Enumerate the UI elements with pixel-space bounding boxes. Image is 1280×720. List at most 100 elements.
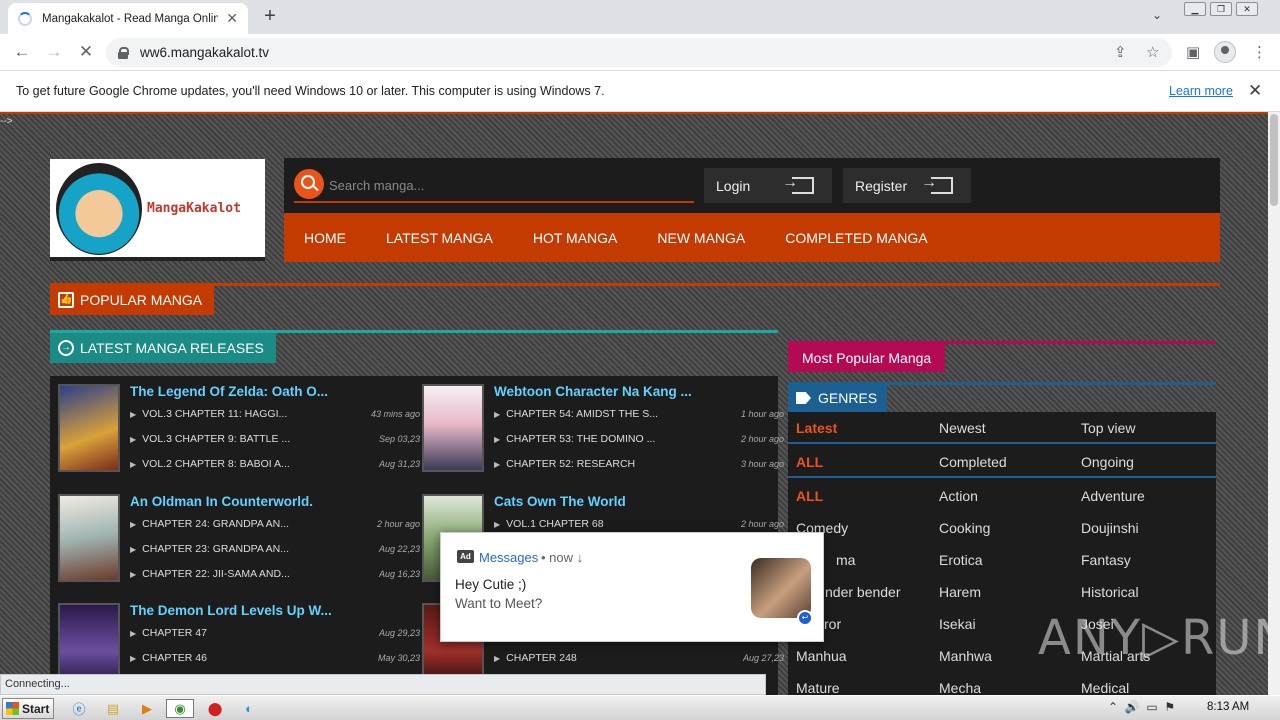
- chapter-link[interactable]: ▶ CHAPTER 23: GRANDPA AN... Aug 22,23: [130, 543, 420, 561]
- popular-manga-tab[interactable]: 👍 POPULAR MANGA: [50, 285, 215, 315]
- genre-link[interactable]: Top view: [1081, 420, 1135, 436]
- nav-hot-manga[interactable]: HOT MANGA: [533, 230, 618, 246]
- tab-search-chevron-icon[interactable]: ⌄: [1152, 8, 1162, 22]
- opera-icon[interactable]: ⬤: [204, 699, 226, 718]
- genre-link[interactable]: Doujinshi: [1081, 520, 1139, 536]
- profile-avatar-icon[interactable]: [1214, 41, 1236, 63]
- chapter-link[interactable]: ▶ CHAPTER 53: THE DOMINO ... 2 hour ago: [494, 433, 784, 451]
- genre-link[interactable]: Completed: [939, 454, 1007, 470]
- internet-explorer-icon[interactable]: ⓔ: [68, 699, 90, 718]
- volume-icon[interactable]: 🔊: [1125, 700, 1140, 714]
- genre-link[interactable]: ALL: [796, 488, 823, 504]
- genre-link[interactable]: Mature: [796, 680, 840, 695]
- genre-link[interactable]: ma: [836, 552, 855, 568]
- genre-link[interactable]: Newest: [939, 420, 986, 436]
- genre-link[interactable]: Latest: [796, 420, 837, 436]
- register-button[interactable]: Register: [843, 168, 971, 203]
- chrome-taskbar-icon[interactable]: ◉: [166, 699, 194, 718]
- back-icon[interactable]: ←: [11, 42, 33, 62]
- forward-icon[interactable]: →: [43, 42, 65, 62]
- manga-cover[interactable]: [58, 494, 120, 582]
- browser-tab[interactable]: Mangakakalot - Read Manga Online F ✕: [8, 3, 248, 34]
- action-center-flag-icon[interactable]: ⚑: [1164, 700, 1175, 714]
- media-player-icon[interactable]: ▶: [136, 699, 158, 718]
- minimize-button[interactable]: ▁: [1184, 2, 1206, 16]
- genre-link[interactable]: ror: [824, 616, 841, 632]
- manga-title[interactable]: Cats Own The World: [494, 494, 784, 509]
- scrollbar-thumb[interactable]: [1270, 114, 1278, 206]
- file-explorer-icon[interactable]: ▤: [102, 699, 124, 718]
- popup-avatar-image[interactable]: [751, 558, 811, 618]
- chapter-name: CHAPTER 52: RESEARCH: [506, 458, 636, 470]
- genre-link[interactable]: Isekai: [939, 616, 976, 632]
- genre-link[interactable]: Cooking: [939, 520, 990, 536]
- genre-link[interactable]: Medical: [1081, 680, 1129, 695]
- tray-chevron-icon[interactable]: ⌃: [1108, 700, 1118, 714]
- chapter-link[interactable]: ▶ CHAPTER 22: JII-SAMA AND... Aug 16,23: [130, 568, 420, 586]
- chapter-link[interactable]: ▶ CHAPTER 46 May 30,23: [130, 652, 420, 670]
- manga-title[interactable]: The Demon Lord Levels Up W...: [130, 603, 420, 618]
- chapter-time: Aug 29,23: [378, 628, 420, 638]
- genre-link[interactable]: Historical: [1081, 584, 1139, 600]
- genre-link[interactable]: Erotica: [939, 552, 983, 568]
- search-icon[interactable]: [294, 169, 324, 199]
- chapter-link[interactable]: ▶ CHAPTER 52: RESEARCH 3 hour ago: [494, 458, 784, 476]
- start-button[interactable]: Start: [2, 698, 54, 719]
- chapter-link[interactable]: ▶ VOL.3 CHAPTER 11: HAGGI... 43 mins ago: [130, 408, 420, 426]
- nav-home[interactable]: HOME: [304, 230, 346, 246]
- genre-link[interactable]: Manhua: [796, 648, 847, 664]
- chapter-link[interactable]: ▶ VOL.2 CHAPTER 8: BABOI A... Aug 31,23: [130, 458, 420, 476]
- chapter-link[interactable]: ▶ CHAPTER 24: GRANDPA AN... 2 hour ago: [130, 518, 420, 536]
- logo-brand-text: MangaKakalot: [147, 201, 241, 216]
- address-bar[interactable]: ww6.mangakakalot.tv: [106, 38, 1172, 67]
- manga-cover[interactable]: [58, 384, 120, 472]
- genre-link[interactable]: Fantasy: [1081, 552, 1131, 568]
- nav-latest-manga[interactable]: LATEST MANGA: [386, 230, 493, 246]
- genre-row: ALL Completed Ongoing: [788, 446, 1216, 478]
- genre-link[interactable]: Action: [939, 488, 978, 504]
- learn-more-link[interactable]: Learn more: [1169, 84, 1233, 98]
- nav-completed-manga[interactable]: COMPLETED MANGA: [785, 230, 927, 246]
- chapter-link[interactable]: ▶ CHAPTER 47 Aug 29,23: [130, 627, 420, 645]
- genre-link[interactable]: Harem: [939, 584, 981, 600]
- genre-link[interactable]: Ongoing: [1081, 454, 1134, 470]
- login-button[interactable]: Login: [704, 168, 832, 203]
- ad-notification-popup[interactable]: Ad Messages • now ↓ Hey Cutie ;) Want to…: [440, 532, 824, 642]
- genre-link[interactable]: Mecha: [939, 680, 981, 695]
- maximize-button[interactable]: ❐: [1210, 2, 1232, 16]
- most-popular-tab[interactable]: Most Popular Manga: [788, 344, 946, 372]
- close-tab-icon[interactable]: ✕: [226, 10, 238, 27]
- close-window-button[interactable]: ✕: [1236, 2, 1258, 16]
- stop-icon[interactable]: ✕: [75, 42, 97, 62]
- chapter-link[interactable]: ▶ CHAPTER 54: AMIDST THE S... 1 hour ago: [494, 408, 784, 426]
- edge-icon[interactable]: ◐: [238, 699, 260, 718]
- chapter-link[interactable]: ▶ CHAPTER 248 Aug 27,23: [494, 652, 784, 670]
- taskbar-clock[interactable]: 8:13 AM: [1207, 701, 1249, 713]
- triangle-bullet-icon: ▶: [130, 460, 137, 469]
- manga-title[interactable]: An Oldman In Counterworld.: [130, 494, 420, 509]
- manga-title[interactable]: The Legend Of Zelda: Oath O...: [130, 384, 420, 399]
- bookmark-star-icon[interactable]: ☆: [1146, 43, 1159, 61]
- site-logo[interactable]: MangaKakalot: [50, 159, 265, 261]
- genre-link[interactable]: ALL: [796, 454, 823, 470]
- genre-link[interactable]: Manhwa: [939, 648, 992, 664]
- menu-kebab-icon[interactable]: ⋮: [1252, 43, 1267, 61]
- new-tab-button[interactable]: +: [260, 5, 280, 28]
- network-icon[interactable]: ▭: [1146, 700, 1157, 714]
- search-input[interactable]: [329, 174, 689, 196]
- manga-cover[interactable]: [422, 384, 484, 472]
- popup-source[interactable]: Messages: [479, 550, 538, 565]
- chapter-link[interactable]: ▶ VOL.3 CHAPTER 9: BATTLE ... Sep 03,23: [130, 433, 420, 451]
- genre-link[interactable]: Adventure: [1081, 488, 1145, 504]
- page-scrollbar[interactable]: [1268, 112, 1280, 695]
- genre-link[interactable]: nder bender: [825, 584, 901, 600]
- manga-title[interactable]: Webtoon Character Na Kang ...: [494, 384, 784, 399]
- chapter-time: 1 hour ago: [740, 409, 784, 419]
- nav-new-manga[interactable]: NEW MANGA: [657, 230, 745, 246]
- share-icon[interactable]: ⇪: [1114, 43, 1127, 61]
- browser-toolbar: ← → ✕ ww6.mangakakalot.tv ⇪ ☆ ▣ ⋮: [0, 34, 1280, 71]
- triangle-bullet-icon: ▶: [494, 410, 501, 419]
- side-panel-icon[interactable]: ▣: [1186, 43, 1200, 61]
- infobar-close-icon[interactable]: ✕: [1248, 81, 1262, 101]
- infobar-message: To get future Google Chrome updates, you…: [16, 84, 605, 98]
